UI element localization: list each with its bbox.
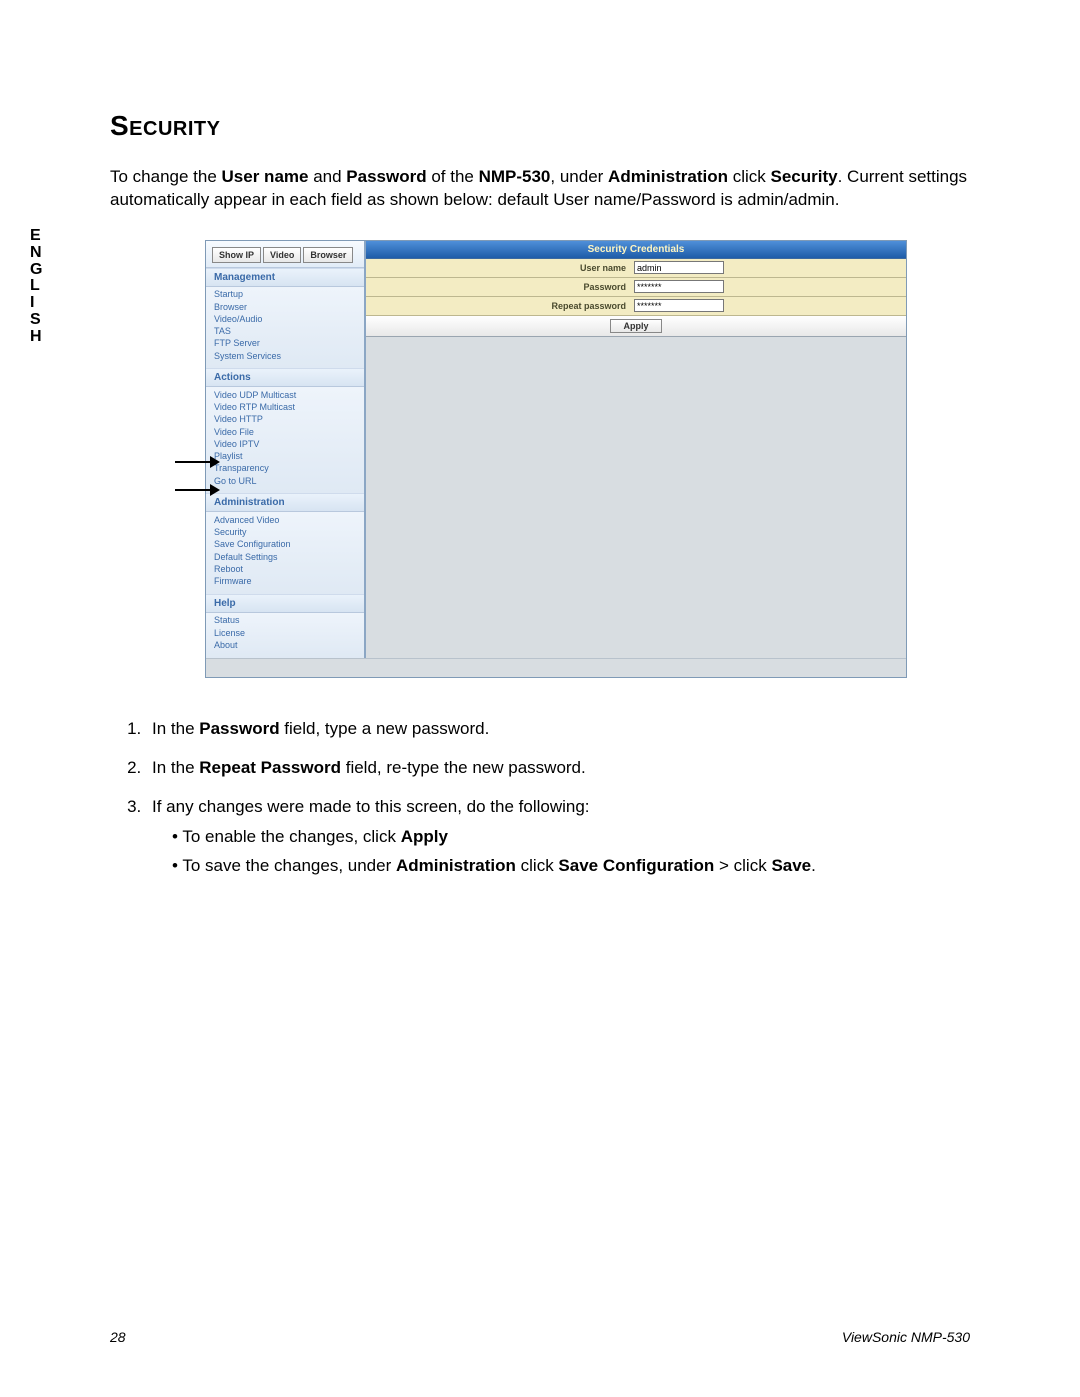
nav-item-default-settings[interactable]: Default Settings: [206, 551, 364, 563]
nav-section-management: Management: [206, 268, 364, 287]
step-bold: Save Configuration: [558, 856, 714, 875]
intro-text: of the: [427, 167, 479, 186]
screenshot-footer: [206, 658, 906, 677]
step-bold: Repeat Password: [199, 758, 341, 777]
step-text: In the: [152, 758, 199, 777]
intro-text: , under: [550, 167, 608, 186]
nav-item-transparency[interactable]: Transparency: [206, 463, 364, 475]
nav-item-reboot[interactable]: Reboot: [206, 563, 364, 575]
username-input[interactable]: [634, 261, 724, 274]
nav-item-video-rtp[interactable]: Video RTP Multicast: [206, 402, 364, 414]
step-3-bullet-1: To enable the changes, click Apply: [172, 826, 970, 849]
username-label: User name: [366, 263, 632, 273]
video-button[interactable]: Video: [263, 247, 301, 263]
step-text: field, re-type the new password.: [341, 758, 586, 777]
nav-item-video-http[interactable]: Video HTTP: [206, 414, 364, 426]
nav-item-video-iptv[interactable]: Video IPTV: [206, 438, 364, 450]
step-text: click: [516, 856, 559, 875]
nav-item-security[interactable]: Security: [206, 527, 364, 539]
intro-text: To change the: [110, 167, 222, 186]
step-3: If any changes were made to this screen,…: [146, 796, 970, 879]
intro-bold: Password: [346, 167, 426, 186]
step-text: If any changes were made to this screen,…: [152, 797, 590, 816]
intro-text: click: [728, 167, 771, 186]
browser-button[interactable]: Browser: [303, 247, 353, 263]
step-3-bullet-2: To save the changes, under Administratio…: [172, 855, 970, 878]
step-text: To save the changes, under: [182, 856, 396, 875]
repeat-password-input[interactable]: [634, 299, 724, 312]
nav-item-ftp-server[interactable]: FTP Server: [206, 338, 364, 350]
nav-item-about[interactable]: About: [206, 639, 364, 651]
step-text: > click: [714, 856, 771, 875]
intro-bold: Security: [771, 167, 838, 186]
step-1: In the Password field, type a new passwo…: [146, 718, 970, 741]
nav-item-license[interactable]: License: [206, 627, 364, 639]
nav-item-video-audio[interactable]: Video/Audio: [206, 313, 364, 325]
password-input[interactable]: [634, 280, 724, 293]
step-2: In the Repeat Password field, re-type th…: [146, 757, 970, 780]
nav-item-browser[interactable]: Browser: [206, 301, 364, 313]
intro-bold: Administration: [608, 167, 728, 186]
nav-item-startup[interactable]: Startup: [206, 289, 364, 301]
instruction-list: In the Password field, type a new passwo…: [110, 718, 970, 879]
page-number: 28: [110, 1329, 126, 1345]
nav-item-status[interactable]: Status: [206, 615, 364, 627]
step-text: To enable the changes, click: [182, 827, 400, 846]
nav-section-help: Help: [206, 594, 364, 613]
intro-bold: NMP-530: [479, 167, 551, 186]
panel-title: Security Credentials: [366, 241, 906, 259]
sidebar-nav: Show IP Video Browser Management Startup…: [206, 241, 366, 658]
password-label: Password: [366, 282, 632, 292]
step-text: In the: [152, 719, 199, 738]
nav-item-advanced-video[interactable]: Advanced Video: [206, 514, 364, 526]
step-bold: Save: [771, 856, 811, 875]
intro-paragraph: To change the User name and Password of …: [110, 166, 970, 212]
repeat-password-label: Repeat password: [366, 301, 632, 311]
nav-item-video-file[interactable]: Video File: [206, 426, 364, 438]
nav-item-system-services[interactable]: System Services: [206, 350, 364, 362]
show-ip-button[interactable]: Show IP: [212, 247, 261, 263]
nav-section-actions: Actions: [206, 368, 364, 387]
step-bold: Password: [199, 719, 279, 738]
nav-item-playlist[interactable]: Playlist: [206, 451, 364, 463]
content-background: [366, 337, 906, 592]
nav-item-firmware[interactable]: Firmware: [206, 576, 364, 588]
nav-item-tas[interactable]: TAS: [206, 326, 364, 338]
nav-item-video-udp[interactable]: Video UDP Multicast: [206, 389, 364, 401]
nav-section-administration: Administration: [206, 493, 364, 512]
step-text: .: [811, 856, 816, 875]
step-text: field, type a new password.: [280, 719, 490, 738]
config-screenshot: Show IP Video Browser Management Startup…: [205, 240, 907, 678]
nav-item-go-to-url[interactable]: Go to URL: [206, 475, 364, 487]
arrow-icon: [175, 484, 220, 496]
arrow-icon: [175, 456, 220, 468]
product-name: ViewSonic NMP-530: [842, 1329, 970, 1345]
step-bold: Apply: [401, 827, 448, 846]
page-title: Security: [110, 110, 970, 142]
apply-button[interactable]: Apply: [610, 319, 661, 333]
language-tab: E N G L I S H: [30, 228, 43, 346]
intro-text: and: [308, 167, 346, 186]
intro-bold: User name: [222, 167, 309, 186]
step-bold: Administration: [396, 856, 516, 875]
nav-item-save-configuration[interactable]: Save Configuration: [206, 539, 364, 551]
